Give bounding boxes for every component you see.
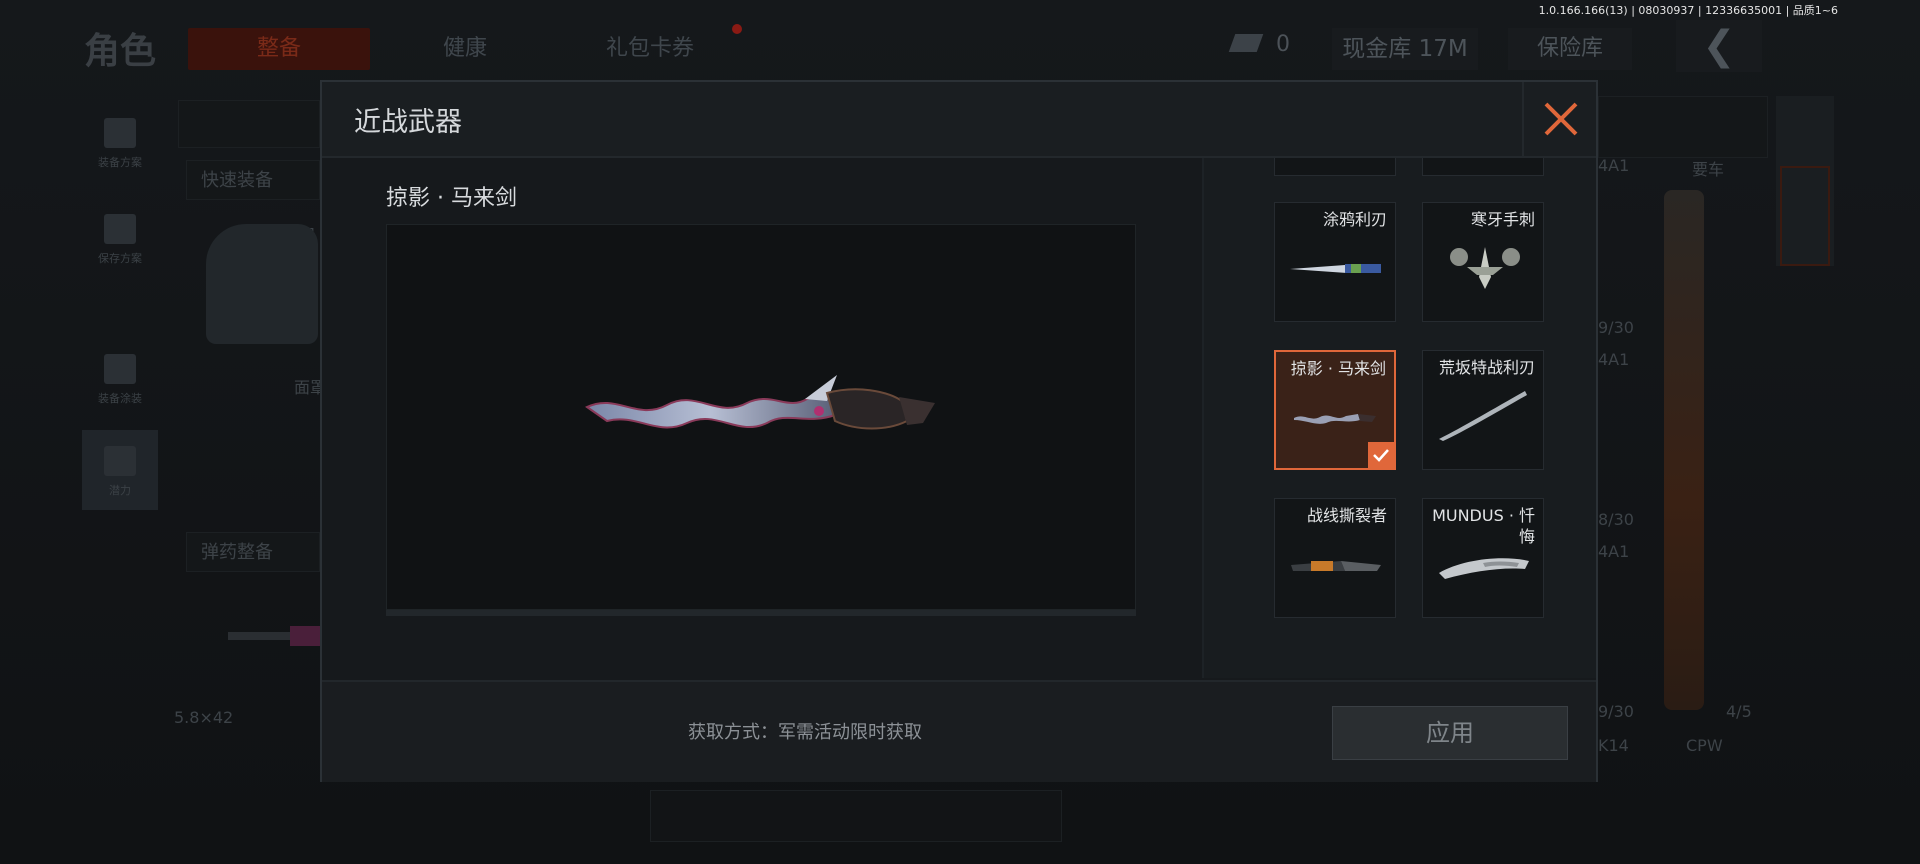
weapon-list: 涂鸦利刃 寒牙手刺 掠影 · 马来剑 荒坂特战利刃 战线撕裂者 MUNDUS ·…: [1204, 158, 1596, 678]
weapon-card-label: 涂鸦利刃: [1322, 210, 1387, 229]
weapon-card-label: 寒牙手刺: [1470, 210, 1535, 229]
bg-right-text: 8/30: [1598, 510, 1634, 529]
bg-rifle-image: [1664, 190, 1704, 710]
apply-button[interactable]: 应用: [1332, 706, 1568, 760]
melee-weapon-dialog: 近战武器 掠影 · 马来剑 涂鸦利刃 寒牙手刺 掠影 · 马来剑 荒坂特战利刃 …: [320, 80, 1598, 782]
save-icon: [104, 214, 136, 244]
weapon-card-label: 荒坂特战利刃: [1438, 358, 1535, 377]
quick-equip-button[interactable]: 快速装备: [186, 160, 320, 200]
frost-fang-knuckle-icon: [1450, 247, 1520, 289]
bg-right-header: [1598, 96, 1768, 158]
bg-right-tab-active: [1780, 166, 1830, 266]
dialog-header: 近战武器: [322, 82, 1596, 158]
weapon-card-graffiti-blade[interactable]: 涂鸦利刃: [1274, 202, 1396, 322]
cash-count: 0: [1276, 32, 1290, 57]
bg-bottom-slot: [650, 790, 1062, 842]
tab-equip[interactable]: 整备: [188, 28, 370, 70]
page-title: 角色: [84, 31, 157, 72]
ammo-equip-button[interactable]: 弹药整备: [186, 532, 320, 572]
bg-right-text: CPW: [1686, 736, 1723, 755]
weapon-card-frost-fang[interactable]: 寒牙手刺: [1422, 202, 1544, 322]
caliber-label: 5.8×42: [174, 708, 234, 727]
close-button[interactable]: [1522, 82, 1596, 156]
close-icon: [1544, 102, 1578, 136]
bg-header-strip: [178, 100, 320, 148]
sidebar-item-label: 保存方案: [98, 252, 142, 265]
kris-sword-icon: [1294, 414, 1376, 424]
frontline-ripper-icon: [1291, 561, 1381, 571]
sidebar-item-skin[interactable]: 装备涂装: [82, 338, 158, 418]
kris-sword-preview-icon: [585, 375, 935, 430]
list-item-partial[interactable]: [1422, 158, 1544, 176]
back-button[interactable]: ❮: [1676, 20, 1762, 72]
insurance-vault-button[interactable]: 保险库: [1508, 28, 1632, 70]
bg-right-text: 4A1: [1598, 350, 1630, 369]
cash-vault-button[interactable]: 现金库 17M: [1332, 28, 1478, 70]
selected-weapon-name: 掠影 · 马来剑: [386, 186, 517, 211]
bg-right-text: 要车: [1692, 160, 1725, 179]
sidebar-item-scheme[interactable]: 装备方案: [82, 102, 158, 182]
preview-divider: [386, 610, 1136, 616]
tab-gift-coupons[interactable]: 礼包卡券: [580, 28, 720, 70]
acquisition-text: 获取方式：军需活动限时获取: [688, 722, 922, 743]
bg-right-text: 9/30: [1598, 318, 1634, 337]
list-item-partial[interactable]: [1274, 158, 1396, 176]
sidebar-item-potential[interactable]: 潜力: [82, 430, 158, 510]
mundus-knife-icon: [1439, 558, 1529, 579]
weapon-preview: [386, 224, 1136, 610]
weapon-card-label: 掠影 · 马来剑: [1290, 359, 1386, 378]
sidebar-item-save[interactable]: 保存方案: [82, 198, 158, 278]
weapon-card-mundus[interactable]: MUNDUS · 忏悔: [1422, 498, 1544, 618]
scheme-icon: [104, 118, 136, 148]
back-arrow-icon: ❮: [1702, 23, 1736, 69]
bg-right-text: 9/30: [1598, 702, 1634, 721]
notification-dot: [732, 24, 742, 34]
bg-right-text: K14: [1598, 736, 1629, 755]
version-info: 1.0.166.166(13) | 08030937 | 12336635001…: [1538, 4, 1838, 17]
dialog-title: 近战武器: [354, 107, 462, 138]
potential-icon: [104, 446, 136, 476]
sidebar-item-label: 潜力: [109, 484, 131, 497]
weapon-card-kris-sword[interactable]: 掠影 · 马来剑: [1274, 350, 1396, 470]
tab-health[interactable]: 健康: [400, 28, 530, 70]
skin-icon: [104, 354, 136, 384]
weapon-card-label: 战线撕裂者: [1306, 506, 1387, 525]
weapon-card-frontline-ripper[interactable]: 战线撕裂者: [1274, 498, 1396, 618]
bg-right-text: 4A1: [1598, 542, 1630, 561]
bg-right-text: 4A1: [1598, 156, 1630, 175]
helmet-image: [206, 224, 318, 344]
graffiti-blade-icon: [1290, 264, 1381, 273]
weapon-card-label: MUNDUS · 忏悔: [1432, 506, 1535, 546]
bg-right-text: 4/5: [1726, 702, 1752, 721]
selected-check-icon: [1368, 442, 1394, 468]
sidebar-item-label: 装备方案: [98, 156, 142, 169]
weapon-card-arasaka-blade[interactable]: 荒坂特战利刃: [1422, 350, 1544, 470]
ammo-tip: [290, 626, 320, 646]
sidebar-item-label: 装备涂装: [98, 392, 142, 405]
arasaka-blade-icon: [1439, 391, 1527, 441]
